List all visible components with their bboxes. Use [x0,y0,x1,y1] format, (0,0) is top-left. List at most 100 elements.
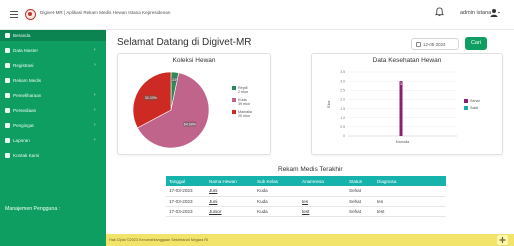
sidebar-item-persediaan[interactable]: Persediaan › [0,105,106,116]
bell-icon[interactable] [435,7,444,17]
column-header: Anamnesa [299,176,346,186]
sidebar-item-pemeliharaan[interactable]: Pemeliharaan › [0,90,106,101]
x-tick-label: Mamalia [396,140,410,144]
cell-diagnosa: test [374,206,446,217]
pie-chart-title: Koleksi Hewan [172,57,216,64]
bar-data-label: 3 [400,82,402,86]
sidebar-item-laporan[interactable]: Laporan › [0,135,106,146]
sidebar-item-kontak-kami[interactable]: Kontak Kami [0,150,106,161]
y-tick-label: 3.0 [340,79,345,83]
legend-count: 39 [238,102,243,107]
legend-count: 2 [238,90,241,95]
data-kesehatan-card: Data Kesehatan Hewan 0 0.5 1.0 1.5 2.0 2.5 3.0… [311,53,503,155]
y-tick-label: 3.5 [340,70,345,74]
records-title: Rekam Medis Terakhir [278,166,343,173]
cell-date: 17-03-2023 [166,206,206,217]
sidebar-item-label: Kontak Kami [13,152,40,158]
page-title: Selamat Datang di Digivet-MR [117,37,252,48]
date-field[interactable]: 12-05-2023 [411,38,459,50]
legend-count: 20 [238,114,243,119]
calendar-icon [416,42,421,47]
legend-swatch [464,106,468,111]
table-row: 17-03-2023 Juni Kuda Sehat [166,186,446,197]
app-logo [25,9,36,20]
cell-diagnosa [374,186,446,197]
app-title: Digivet-MR | Aplikasi Rekam Medis Hewan … [40,10,171,15]
cell-animal-link[interactable]: Juni [206,196,254,207]
user-icon[interactable] [490,8,500,18]
cell-anamnesa[interactable]: test [299,206,346,217]
pie-data-label: 64.99% [184,122,197,126]
register-icon [5,63,10,68]
chevron-right-icon: › [94,122,96,128]
legend-swatch [232,110,236,115]
cell-status: Sehat [346,186,374,197]
sidebar-item-label: Beranda [13,32,31,38]
sidebar-item-rekam-medis[interactable]: Rekam Medis [0,75,106,86]
user-name[interactable]: admin istana [460,10,491,16]
legend-item-sakit: Sakit [464,106,479,111]
reminder-icon [5,123,10,128]
chevron-right-icon: › [94,107,96,113]
inventory-icon [5,108,10,113]
home-icon [5,33,10,38]
legend-unit: ekor [243,114,251,119]
sidebar-item-label: Rekam Medis [13,77,42,83]
legend-swatch [232,86,236,91]
chevron-right-icon: › [94,137,96,143]
cell-date: 17-03-2023 [166,196,206,207]
bar-sehat [399,81,403,136]
sidebar-item-label: Data Master [13,47,39,53]
legend-item-reptil: Reptil 2 ekor [232,86,248,94]
column-header: Sub Kelas [254,176,299,186]
search-button[interactable]: Cari [465,37,487,50]
footer-text: Hak Cipta ©2023 Kerumahtanggaan Sekretar… [109,237,209,242]
sidebar-item-registrasi[interactable]: Registrasi › [0,60,106,71]
legend-label: Sehat [470,99,480,103]
legend-item-kuda: Kuda 39 ekor [232,98,250,106]
y-axis-label: Ekor [327,100,331,108]
cell-subclass: Kuda [254,206,299,217]
cell-subclass: Kuda [254,186,299,197]
y-tick-label: 1.0 [340,116,345,120]
sidebar-item-label: Registrasi [13,62,34,68]
table-row: 17-03-2023 Juni Kuda tes Sehat tes [166,196,446,207]
table-row: 17-03-2023 Junior Kuda test Sehat test [166,206,446,217]
cell-anamnesa[interactable]: tes [299,196,346,207]
sidebar-item-beranda[interactable]: Beranda [0,30,106,41]
sidebar-section-title: Manajemen Pengguna : [5,206,61,212]
scroll-top-icon[interactable] [497,235,508,245]
legend-unit: ekor [243,102,251,107]
footer: Hak Cipta ©2023 Kerumahtanggaan Sekretar… [106,234,514,246]
contact-icon [5,153,10,158]
report-icon [5,138,10,143]
y-tick-label: 2.5 [340,88,345,92]
sidebar-item-label: Persediaan [13,107,37,113]
pie-data-label: 33.33% [145,96,158,100]
column-header: Nama Hewan [206,176,254,186]
cell-animal-link[interactable]: Juni [206,186,254,197]
date-value: 12-05-2023 [423,42,446,47]
legend-unit: ekor [241,90,249,95]
cell-status: Sehat [346,206,374,217]
column-header: Status [346,176,374,186]
y-tick-label: 0 [343,134,345,138]
legend-item-mamalia: Mamalia 20 ekor [232,110,252,118]
koleksi-hewan-card: Koleksi Hewan 3.33% 64.99% 33.33% Reptil 2… [117,53,271,155]
maintenance-icon [5,93,10,98]
menu-icon[interactable] [10,11,18,18]
column-header: Diagnosa [374,176,446,186]
database-icon [5,48,10,53]
table-header-row: Tanggal Nama Hewan Sub Kelas Anamnesa St… [166,176,446,186]
legend-label: Sakit [470,106,479,110]
y-tick-label: 2.0 [340,98,345,102]
sidebar-item-data-master[interactable]: Data Master › [0,45,106,56]
cell-anamnesa[interactable] [299,186,346,197]
sidebar-item-pengingat[interactable]: Pengingat › [0,120,106,131]
cell-status: Sehat [346,196,374,207]
sidebar-item-label: Pemeliharaan [13,92,42,98]
sidebar-item-label: Laporan [13,137,30,143]
sidebar-item-label: Pengingat [13,122,34,128]
cell-animal-link[interactable]: Junior [206,206,254,217]
medical-record-icon [5,78,10,83]
